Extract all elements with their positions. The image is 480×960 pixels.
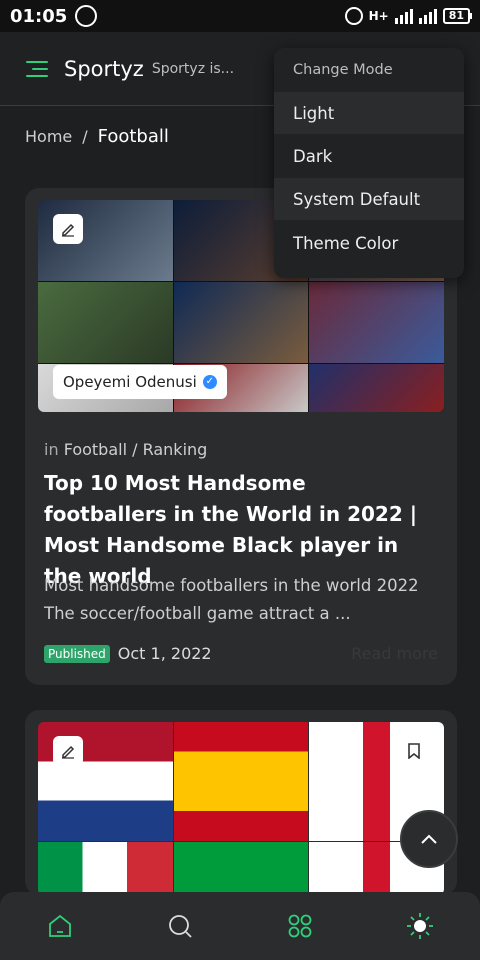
article-category: in Football / Ranking bbox=[44, 440, 207, 459]
verified-icon: ✓ bbox=[202, 375, 217, 389]
article-card-2[interactable] bbox=[25, 710, 457, 895]
mode-option-theme-color[interactable]: Theme Color bbox=[274, 222, 464, 264]
mode-option-light[interactable]: Light bbox=[274, 92, 464, 134]
mode-option-system[interactable]: System Default bbox=[274, 178, 464, 220]
status-bar: 01:05 H+ 81 bbox=[0, 0, 480, 32]
flags-collage bbox=[38, 722, 444, 895]
edit-icon[interactable] bbox=[53, 736, 83, 766]
status-icons: H+ 81 bbox=[344, 7, 473, 25]
alarm-icon bbox=[344, 7, 363, 25]
search-icon bbox=[169, 915, 192, 938]
nav-theme-button[interactable] bbox=[400, 906, 440, 946]
article-thumbnail-2[interactable] bbox=[38, 722, 444, 895]
edit-icon[interactable] bbox=[53, 214, 83, 244]
signal-icon bbox=[394, 8, 413, 24]
category-prefix: in bbox=[44, 440, 59, 459]
bookmark-icon[interactable] bbox=[399, 736, 429, 766]
breadcrumb-current: Football bbox=[97, 126, 169, 147]
battery-icon: 81 bbox=[442, 8, 473, 24]
scroll-to-top-button[interactable] bbox=[400, 810, 458, 868]
article-excerpt: Most handsome footballers in the world 2… bbox=[44, 576, 419, 623]
status-badge: Published bbox=[44, 644, 110, 663]
app-title[interactable]: Sportyz bbox=[64, 57, 144, 81]
hamburger-menu-icon[interactable] bbox=[26, 60, 48, 78]
read-more-link[interactable]: Read more bbox=[351, 644, 438, 663]
whatsapp-icon bbox=[75, 5, 98, 27]
author-name: Opeyemi Odenusi bbox=[63, 373, 197, 391]
dropdown-header: Change Mode bbox=[293, 62, 393, 78]
app-subtitle: Sportyz is... bbox=[151, 60, 235, 77]
nav-categories-button[interactable] bbox=[280, 906, 320, 946]
theme-icon bbox=[407, 913, 433, 939]
nav-search-button[interactable] bbox=[160, 906, 200, 946]
network-type: H+ bbox=[368, 9, 389, 23]
article-meta: Published Oct 1, 2022 bbox=[44, 644, 212, 663]
mode-option-dark[interactable]: Dark bbox=[274, 135, 464, 177]
author-badge[interactable]: Opeyemi Odenusi ✓ bbox=[53, 365, 227, 399]
chevron-up-icon bbox=[421, 834, 437, 844]
nav-home-button[interactable] bbox=[40, 906, 80, 946]
status-time: 01:05 bbox=[10, 5, 68, 27]
change-mode-dropdown: Change Mode Light Dark System Default Th… bbox=[274, 48, 464, 278]
article-date: Oct 1, 2022 bbox=[117, 644, 212, 663]
bottom-navigation bbox=[0, 892, 480, 960]
categories-icon bbox=[288, 914, 312, 938]
breadcrumb: Home / Football bbox=[25, 126, 169, 147]
breadcrumb-home[interactable]: Home bbox=[25, 127, 72, 146]
category-link[interactable]: Football / Ranking bbox=[64, 440, 208, 459]
breadcrumb-separator: / bbox=[82, 127, 88, 146]
signal-icon-2 bbox=[418, 8, 437, 24]
home-icon bbox=[49, 914, 71, 937]
